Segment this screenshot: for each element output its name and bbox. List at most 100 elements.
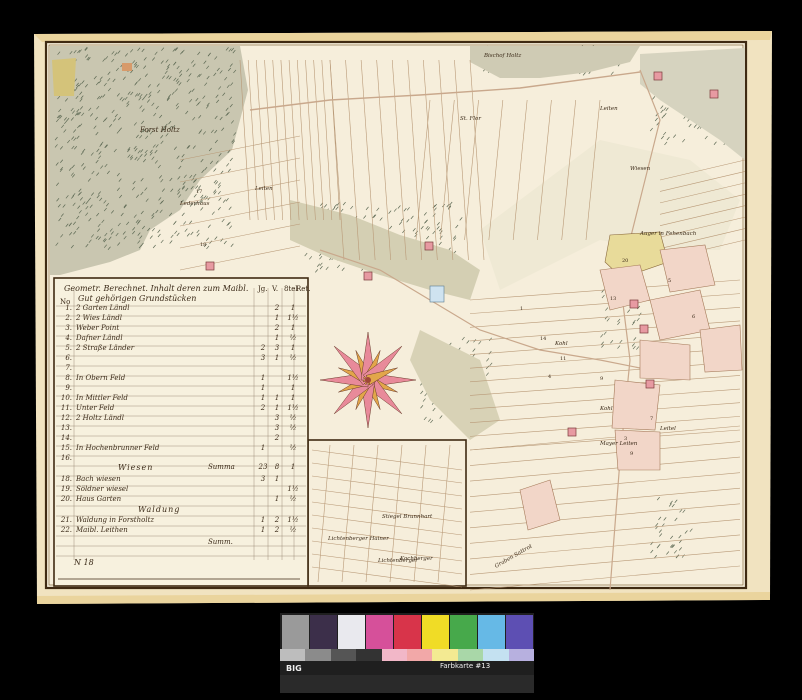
legend-cell-no: 9. xyxy=(65,384,72,392)
card-big-label: BIG xyxy=(286,664,302,673)
legend-row: 22. Maibl. Leithen 1 2 ½ xyxy=(58,526,308,536)
gray-patch xyxy=(508,649,534,661)
gray-patch xyxy=(457,649,484,661)
building xyxy=(709,89,719,99)
village-parcel xyxy=(639,339,691,381)
legend-row: 15. In Hochenbrunner Feld 1 ½ xyxy=(58,444,308,454)
legend-cell-q: 1 xyxy=(290,304,296,312)
legend-section-waldung: Waldung xyxy=(138,505,181,514)
map-place-label: Wiesen xyxy=(630,166,651,172)
parcel-number: 7 xyxy=(650,416,653,422)
color-swatch xyxy=(310,615,337,649)
parcel-number: 20 xyxy=(622,258,628,264)
legend-cell-v: 1 xyxy=(274,404,280,412)
map-place-label: Kohl xyxy=(554,341,568,347)
legend-cell-name: Weber Point xyxy=(76,324,120,332)
legend-title-line2: Gut gehörigen Grundstücken xyxy=(78,294,197,303)
color-swatch xyxy=(478,615,505,649)
legend-row: 5. 2 Straße Länder 2 3 1 xyxy=(58,344,308,354)
legend-cell-no: 10. xyxy=(60,394,72,402)
legend-row: 11. Unter Feld 2 1 1½ xyxy=(58,404,308,414)
legend-row: 10. In Mittler Feld 1 1 1 xyxy=(58,394,308,404)
legend-row: 1. 2 Garten Ländl 2 1 xyxy=(58,304,308,314)
legend-cell-v: 2 xyxy=(274,434,280,442)
legend-cell-v: 1 xyxy=(274,475,280,483)
legend-row: 9. 1 1 xyxy=(58,384,308,394)
gray-patch xyxy=(381,649,407,661)
legend-cell-v: 1 xyxy=(274,354,280,362)
building xyxy=(639,324,649,334)
legend-row: 6. 3 1 ½ xyxy=(58,354,308,364)
legend-total-label: Summ. xyxy=(208,538,233,546)
legend-total-row: Summ. xyxy=(58,538,308,548)
legend-cell-name: Bach wiesen xyxy=(76,475,121,483)
map-place-label: St. Flor xyxy=(460,116,481,122)
legend-cell-no: 4. xyxy=(65,334,72,342)
legend-cell-no: 6. xyxy=(65,354,72,362)
legend-cell-q: ½ xyxy=(289,424,297,432)
legend-cell-j: 3 xyxy=(260,475,266,483)
legend-cell-name: In Hochenbrunner Feld xyxy=(76,444,160,452)
legend-cell-v: 1 xyxy=(274,314,280,322)
legend-cell-v: 2 xyxy=(274,324,280,332)
legend-cell-q: 1 xyxy=(290,324,296,332)
parcel-number: 6 xyxy=(692,314,695,320)
color-swatch xyxy=(506,615,533,649)
legend-title: Geometr. Berechnet. Inhalt deren zum Mai… xyxy=(64,284,304,304)
legend-cell-v: 3 xyxy=(274,414,280,422)
legend-cell-q: 1½ xyxy=(287,314,299,322)
map-place-label: Auger in Fehenbach xyxy=(639,231,697,237)
legend-signature: N 18 xyxy=(74,558,94,567)
forest-label: Forst Holtz xyxy=(139,126,180,134)
legend-cell-q: ½ xyxy=(289,334,297,342)
legend-row: 4. Dafner Ländl 1 ½ xyxy=(58,334,308,344)
parcel-number: 4 xyxy=(548,374,551,380)
building xyxy=(205,261,215,271)
legend-summa-q: 1 xyxy=(290,463,296,471)
building xyxy=(567,427,577,437)
legend-cell-no: 19. xyxy=(60,485,72,493)
building xyxy=(122,63,132,71)
legend-row: 2. 2 Wies Ländl 1 1½ xyxy=(58,314,308,324)
parcel-number: 17 xyxy=(196,189,202,195)
parcel-number: 5 xyxy=(668,278,671,284)
legend-cell-j: 1 xyxy=(260,444,266,452)
legend-cell-q: 1½ xyxy=(287,374,299,382)
legend-summa-j: 23 xyxy=(258,463,268,471)
gray-patch xyxy=(330,649,357,661)
legend-row: 3. Weber Point 2 1 xyxy=(58,324,308,334)
legend-cell-no: 8. xyxy=(65,374,72,382)
legend-cell-q: 1 xyxy=(290,394,296,402)
map-place-label: Kochberger xyxy=(399,556,433,562)
legend-row: 8. In Obern Feld 1 1½ xyxy=(58,374,308,384)
legend-cell-j: 1 xyxy=(260,526,266,534)
legend-cell-no: 21. xyxy=(60,516,72,524)
legend-row: 18. Bach wiesen 3 1 xyxy=(58,475,308,485)
legend-cell-v: 1 xyxy=(274,495,280,503)
legend-cell-q: 1 xyxy=(290,344,296,352)
village-parcel xyxy=(614,429,661,471)
legend-cell-j: 2 xyxy=(260,404,266,412)
legend-cell-name: Waldung in Forstholtz xyxy=(76,516,155,524)
legend-cell-v: 2 xyxy=(274,526,280,534)
legend-cell-q: ½ xyxy=(289,444,297,452)
legend-row: 13. 3 ½ xyxy=(58,424,308,434)
legend-cell-name: 2 Holtz Ländl xyxy=(76,414,125,422)
legend-summa-v: 8 xyxy=(274,463,280,471)
legend-cell-no: 2. xyxy=(65,314,72,322)
parcel-number: 18 xyxy=(200,242,206,248)
legend-summa-row: Summa 23 8 1 xyxy=(58,463,308,473)
legend-cell-j: 1 xyxy=(260,516,266,524)
legend-cell-no: 11. xyxy=(60,404,72,412)
legend-cell-no: 12. xyxy=(60,414,72,422)
gray-patch xyxy=(407,649,433,661)
building xyxy=(629,299,639,309)
color-swatch xyxy=(338,615,365,649)
parcel-number: 1 xyxy=(520,306,523,312)
legend-col-v: V. xyxy=(272,285,279,293)
legend-cell-q: 1½ xyxy=(287,516,299,524)
map-place-label: Kohl xyxy=(599,406,613,412)
legend-cell-q: 1½ xyxy=(287,404,299,412)
color-calibration-card: Dark VioletWhiteMagentaRedYellowGreenCya… xyxy=(280,613,534,693)
legend-cell-no: 3. xyxy=(65,324,72,332)
